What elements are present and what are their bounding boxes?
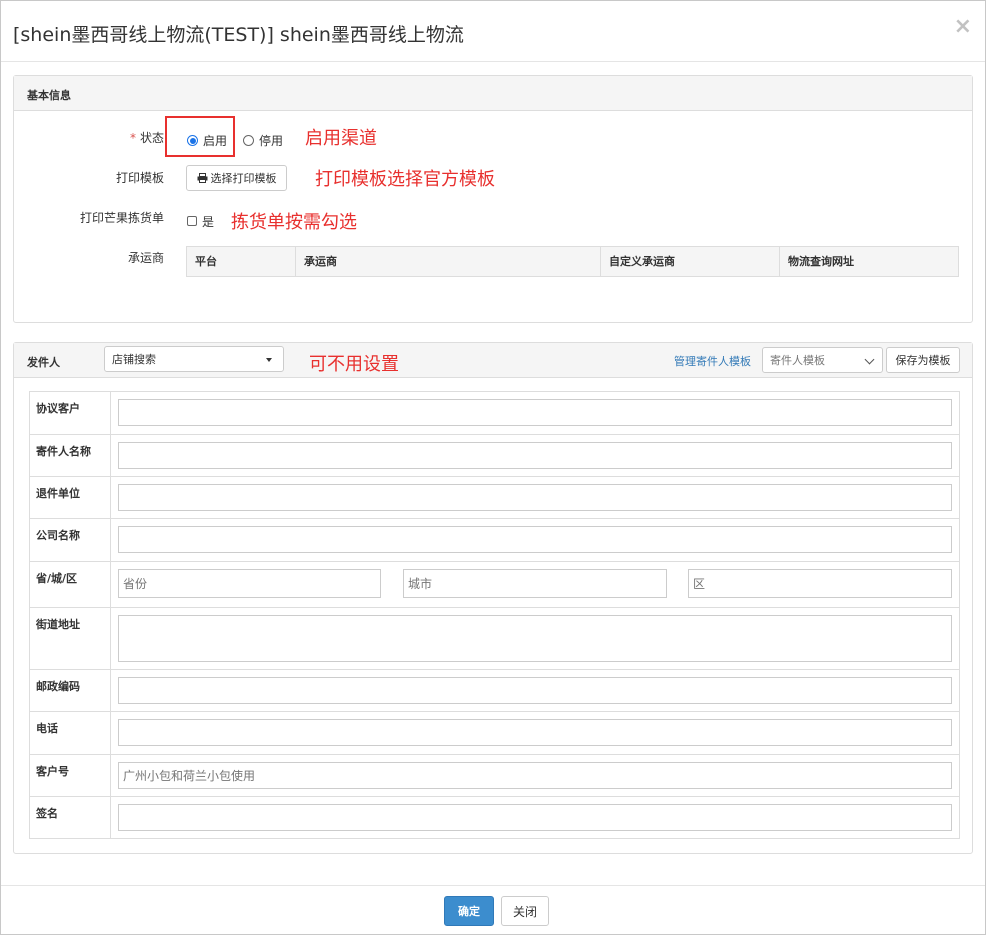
city-input[interactable] — [403, 569, 667, 598]
sender-name-label: 寄件人名称 — [30, 435, 111, 476]
table-row: 签名 — [30, 797, 959, 838]
table-row: 邮政编码 — [30, 670, 959, 712]
street-address-input[interactable] — [118, 615, 952, 662]
carrier-col-platform: 平台 — [195, 255, 217, 268]
status-disable-radio[interactable] — [243, 135, 254, 146]
status-label: * 状态 — [129, 131, 164, 145]
shop-search-select[interactable]: 店铺搜索 — [104, 346, 284, 372]
customer-number-label: 客户号 — [30, 755, 111, 796]
agreement-customer-label: 协议客户 — [30, 392, 111, 434]
province-input[interactable] — [118, 569, 381, 598]
basic-info-heading: 基本信息 — [14, 76, 972, 111]
region-label: 省/城/区 — [30, 562, 111, 607]
sender-title: 发件人 — [27, 356, 60, 369]
sender-template-select[interactable]: 寄件人模板 — [762, 347, 883, 373]
carrier-table: 平台 承运商 自定义承运商 物流查询网址 — [186, 246, 959, 277]
carrier-label: 承运商 — [127, 251, 164, 265]
table-row: 电话 — [30, 712, 959, 755]
manage-sender-template-link[interactable]: 管理寄件人模板 — [674, 353, 751, 369]
sender-heading: 发件人 店铺搜索 可不用设置 管理寄件人模板 寄件人模板 保存为模板 — [14, 343, 972, 378]
close-button[interactable]: 关闭 — [501, 896, 549, 926]
table-row: 寄件人名称 — [30, 435, 959, 477]
street-address-label: 街道地址 — [30, 608, 111, 669]
table-row: 公司名称 — [30, 519, 959, 562]
printer-icon — [197, 173, 208, 183]
table-row: 退件单位 — [30, 477, 959, 519]
table-row: 协议客户 — [30, 392, 959, 435]
phone-label: 电话 — [30, 712, 111, 754]
modal-title: [shein墨西哥线上物流(TEST)] shein墨西哥线上物流 — [13, 24, 464, 46]
close-icon[interactable]: × — [954, 16, 972, 38]
save-as-template-button[interactable]: 保存为模板 — [886, 347, 960, 373]
table-row: 客户号 — [30, 755, 959, 797]
required-mark: * — [129, 131, 136, 145]
agreement-customer-input[interactable] — [118, 399, 952, 426]
status-enable-radio[interactable] — [187, 135, 198, 146]
table-row: 街道地址 — [30, 608, 959, 670]
signature-label: 签名 — [30, 797, 111, 838]
sender-form-table: 协议客户 寄件人名称 退件单位 公司名称 省/城/区 省份 城市 区 街道地址 … — [29, 391, 960, 839]
basic-info-panel: 基本信息 * 状态 启用 停用 启用渠道 打印模板 选择打印模板 打印模板选择官方… — [13, 75, 973, 323]
mango-picking-option: 是 — [202, 215, 215, 229]
postal-code-input[interactable] — [118, 677, 952, 704]
annotation-picking: 拣货单按需勾选 — [231, 212, 357, 233]
phone-input[interactable] — [118, 719, 952, 746]
basic-info-title: 基本信息 — [27, 89, 71, 102]
carrier-col-tracking-url: 物流查询网址 — [779, 247, 958, 276]
logistics-settings-modal: [shein墨西哥线上物流(TEST)] shein墨西哥线上物流 × 基本信息… — [0, 0, 986, 935]
caret-down-icon — [266, 358, 272, 362]
chevron-down-icon — [864, 354, 875, 365]
company-name-input[interactable] — [118, 526, 952, 553]
mango-picking-label: 打印芒果拣货单 — [79, 211, 164, 225]
modal-header: [shein墨西哥线上物流(TEST)] shein墨西哥线上物流 × — [1, 1, 985, 62]
mango-picking-checkbox[interactable] — [187, 216, 197, 226]
district-input[interactable] — [688, 569, 952, 598]
company-name-label: 公司名称 — [30, 519, 111, 561]
modal-footer: 确定 关闭 — [1, 885, 985, 936]
return-unit-label: 退件单位 — [30, 477, 111, 518]
print-template-label: 打印模板 — [115, 171, 164, 185]
postal-code-label: 邮政编码 — [30, 670, 111, 711]
signature-input[interactable] — [118, 804, 952, 831]
annotation-sender: 可不用设置 — [309, 354, 399, 375]
sender-name-input[interactable] — [118, 442, 952, 469]
sender-panel: 发件人 店铺搜索 可不用设置 管理寄件人模板 寄件人模板 保存为模板 协议客户 … — [13, 342, 973, 854]
customer-number-input[interactable] — [118, 762, 952, 789]
return-unit-input[interactable] — [118, 484, 952, 511]
carrier-col-carrier: 承运商 — [295, 247, 600, 276]
confirm-button[interactable]: 确定 — [444, 896, 494, 926]
table-row: 省/城/区 — [30, 562, 959, 608]
annotation-status: 启用渠道 — [305, 128, 377, 149]
annotation-print-template: 打印模板选择官方模板 — [315, 169, 495, 190]
status-enable-label: 启用 — [203, 134, 228, 148]
carrier-col-custom: 自定义承运商 — [600, 247, 779, 276]
status-disable-label: 停用 — [259, 134, 284, 148]
select-print-template-button[interactable]: 选择打印模板 — [186, 165, 287, 191]
